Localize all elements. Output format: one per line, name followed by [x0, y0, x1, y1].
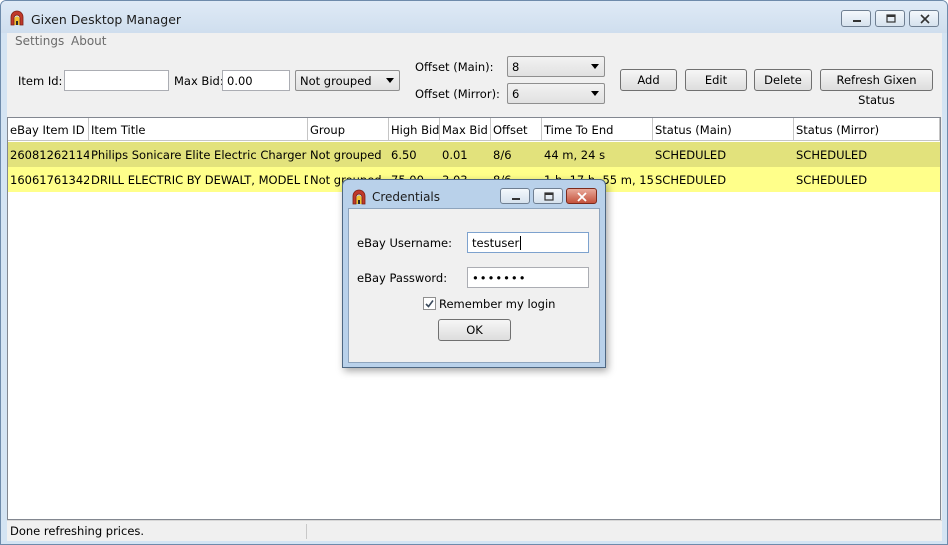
- dialog-close-button[interactable]: [566, 188, 597, 204]
- cell-offset: 8/6: [493, 148, 512, 162]
- offset-main-select[interactable]: 8: [507, 56, 605, 77]
- username-value: testuser: [472, 236, 520, 250]
- column-header-group[interactable]: Group: [308, 118, 389, 141]
- column-header-time-to-end[interactable]: Time To End: [542, 118, 653, 141]
- status-text: Done refreshing prices.: [10, 524, 145, 538]
- chevron-down-icon: [386, 78, 394, 83]
- close-icon: [920, 14, 930, 24]
- gixen-app-icon: [10, 10, 24, 26]
- cell-item-title: DRILL ELECTRIC BY DEWALT, MODEL DW235: [91, 173, 308, 187]
- window-title: Gixen Desktop Manager: [31, 12, 182, 27]
- cell-status-mirror: SCHEDULED: [796, 173, 868, 187]
- delete-button[interactable]: Delete: [754, 69, 812, 91]
- remember-login-label[interactable]: Remember my login: [439, 297, 555, 311]
- column-header-high-bid[interactable]: High Bid: [389, 118, 440, 141]
- column-header-offset[interactable]: Offset: [491, 118, 542, 141]
- cell-max-bid: 0.01: [442, 148, 468, 162]
- username-label: eBay Username:: [357, 236, 452, 250]
- add-button[interactable]: Add: [620, 69, 677, 91]
- menu-settings[interactable]: Settings: [15, 34, 64, 48]
- cell-status-main: SCHEDULED: [655, 173, 727, 187]
- column-header-max-bid[interactable]: Max Bid: [440, 118, 491, 141]
- minimize-icon: [853, 20, 861, 22]
- offset-main-value: 8: [512, 60, 520, 74]
- title-bar[interactable]: Gixen Desktop Manager: [1, 1, 947, 33]
- username-input[interactable]: testuser: [467, 232, 589, 253]
- chevron-down-icon: [591, 91, 599, 96]
- close-button[interactable]: [909, 10, 939, 27]
- offset-mirror-select[interactable]: 6: [507, 83, 605, 104]
- offset-main-label: Offset (Main):: [415, 60, 494, 74]
- max-bid-label: Max Bid:: [174, 74, 224, 88]
- cell-status-main: SCHEDULED: [655, 148, 727, 162]
- table-row[interactable]: 260812621141 Philips Sonicare Elite Elec…: [8, 142, 940, 167]
- offset-mirror-label: Offset (Mirror):: [415, 87, 500, 101]
- minimize-button[interactable]: [841, 10, 871, 27]
- column-header-item-title[interactable]: Item Title: [89, 118, 308, 141]
- edit-button[interactable]: Edit: [685, 69, 747, 91]
- column-header-item-id[interactable]: eBay Item ID: [8, 118, 89, 141]
- item-id-label: Item Id:: [18, 74, 63, 88]
- minimize-icon: [512, 198, 520, 200]
- status-separator: [306, 524, 307, 539]
- maximize-icon: [544, 192, 554, 201]
- cell-item-id: 260812621141: [10, 148, 89, 162]
- gixen-app-icon: [352, 189, 366, 205]
- dialog-maximize-button[interactable]: [533, 188, 563, 204]
- ok-button[interactable]: OK: [438, 319, 511, 341]
- dialog-minimize-button[interactable]: [500, 188, 530, 204]
- column-header-status-mirror[interactable]: Status (Mirror): [794, 118, 940, 141]
- max-bid-input[interactable]: 0.00: [222, 70, 290, 91]
- cell-item-title: Philips Sonicare Elite Electric Charger …: [91, 148, 308, 162]
- dialog-title: Credentials: [372, 190, 441, 204]
- credentials-dialog: Credentials eBay Username: testuser eBay…: [342, 179, 606, 368]
- cell-time-to-end: 44 m, 24 s: [544, 148, 606, 162]
- status-bar: Done refreshing prices.: [7, 520, 942, 541]
- remember-login-checkbox[interactable]: [423, 297, 436, 310]
- refresh-gixen-status-button[interactable]: Refresh Gixen Status: [820, 69, 933, 107]
- group-select[interactable]: Not grouped: [295, 70, 400, 91]
- checkmark-icon: [425, 300, 434, 308]
- menu-about[interactable]: About: [71, 34, 106, 48]
- column-header-status-main[interactable]: Status (Main): [653, 118, 794, 141]
- item-entry-toolbar: Item Id: Max Bid: 0.00 Not grouped Offse…: [7, 50, 942, 118]
- maximize-button[interactable]: [875, 10, 905, 27]
- close-icon: [577, 192, 587, 202]
- group-select-value: Not grouped: [300, 74, 372, 88]
- password-label: eBay Password:: [357, 271, 448, 285]
- menu-bar: Settings About: [7, 33, 942, 50]
- password-input[interactable]: •••••••: [467, 267, 589, 288]
- cell-group: Not grouped: [310, 148, 382, 162]
- chevron-down-icon: [591, 64, 599, 69]
- maximize-icon: [886, 14, 896, 23]
- cell-high-bid: 6.50: [391, 148, 417, 162]
- cell-status-mirror: SCHEDULED: [796, 148, 868, 162]
- offset-mirror-value: 6: [512, 87, 520, 101]
- item-id-input[interactable]: [64, 70, 169, 91]
- cell-item-id: 160617613425: [10, 173, 89, 187]
